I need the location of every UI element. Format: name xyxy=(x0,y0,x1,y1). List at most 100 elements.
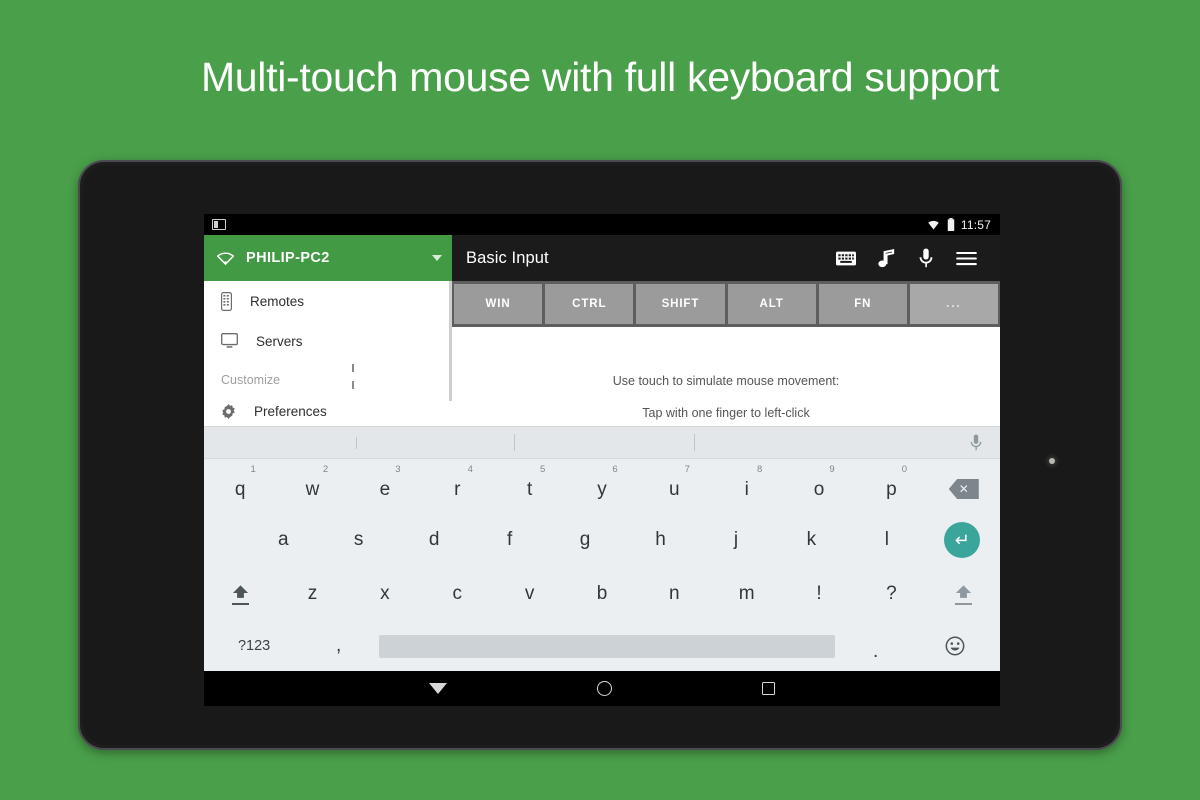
key-label: g xyxy=(579,529,591,550)
key-h[interactable]: h xyxy=(623,513,698,567)
modifier-key-shift[interactable]: SHIFT xyxy=(636,284,725,324)
recents-icon[interactable] xyxy=(762,682,775,695)
key-f[interactable]: f xyxy=(472,513,547,567)
modifier-key-ctrl[interactable]: CTRL xyxy=(545,284,634,324)
key-label: e xyxy=(379,479,391,500)
sidebar-item-remotes[interactable]: Remotes xyxy=(204,281,452,321)
monitor-icon xyxy=(221,333,238,348)
key-label: m xyxy=(738,583,755,604)
instruction-line-1: Use touch to simulate mouse movement: xyxy=(612,374,840,388)
back-icon[interactable] xyxy=(429,683,447,694)
row2-spacer xyxy=(204,513,246,567)
key-exclamation[interactable]: ! xyxy=(783,567,855,621)
key-label: b xyxy=(596,583,608,604)
key-p[interactable]: 0p xyxy=(855,459,927,513)
key-label: o xyxy=(813,479,825,500)
key-label: f xyxy=(506,529,513,550)
key-number: 8 xyxy=(757,464,763,475)
home-icon[interactable] xyxy=(597,681,612,696)
sidebar-item-servers[interactable]: Servers xyxy=(204,321,452,361)
music-note-icon[interactable] xyxy=(866,238,906,278)
microphone-icon[interactable] xyxy=(970,433,982,457)
modifier-key-win[interactable]: WIN xyxy=(454,284,543,324)
key-s[interactable]: s xyxy=(321,513,396,567)
key-label: a xyxy=(277,529,289,550)
key-g[interactable]: g xyxy=(547,513,622,567)
key-space[interactable] xyxy=(379,634,836,658)
key-number: 5 xyxy=(539,464,546,475)
key-label: k xyxy=(806,529,817,550)
keyboard-row-4: ?123 , . xyxy=(204,621,1000,671)
key-d[interactable]: d xyxy=(396,513,471,567)
key-e[interactable]: 3e xyxy=(349,459,421,513)
key-label: u xyxy=(669,479,680,500)
microphone-icon[interactable] xyxy=(906,238,946,278)
key-symbols[interactable]: ?123 xyxy=(204,638,304,654)
tablet-screen: 11:57 PHILIP-PC2 Basic Input Remotes Ser… xyxy=(204,214,1000,706)
modifier-key-row: WIN CTRL SHIFT ALT FN ... xyxy=(452,281,1000,327)
suggestion-bar[interactable] xyxy=(204,427,1000,459)
key-label: r xyxy=(454,479,461,500)
key-period[interactable]: . xyxy=(841,629,910,663)
key-enter[interactable]: ↵ xyxy=(925,513,1000,567)
suggestion-divider xyxy=(694,434,695,451)
key-label: z xyxy=(307,583,318,604)
page-title: Multi-touch mouse with full keyboard sup… xyxy=(200,54,1000,100)
sidebar-item-preferences[interactable]: Preferences xyxy=(204,391,452,431)
sidebar-item-label: Servers xyxy=(256,333,303,349)
modifier-key-more[interactable]: ... xyxy=(909,284,999,324)
key-i[interactable]: 8i xyxy=(711,459,783,513)
key-v[interactable]: v xyxy=(493,567,565,621)
key-y[interactable]: 6y xyxy=(566,459,638,513)
key-label: s xyxy=(353,529,364,550)
key-comma[interactable]: , xyxy=(304,635,373,657)
key-label: i xyxy=(744,479,749,500)
keyboard-row-3: z x c v b n m ! ? xyxy=(204,567,1000,621)
enter-icon: ↵ xyxy=(944,522,981,558)
app-bar: PHILIP-PC2 Basic Input xyxy=(204,235,1000,281)
keyboard-icon[interactable] xyxy=(826,238,866,278)
key-j[interactable]: j xyxy=(698,513,773,567)
key-shift-right[interactable] xyxy=(928,567,1000,621)
key-label: j xyxy=(733,529,739,550)
menu-icon[interactable] xyxy=(946,238,986,278)
key-b[interactable]: b xyxy=(566,567,638,621)
key-q[interactable]: 1q xyxy=(204,459,276,513)
connection-selector[interactable]: PHILIP-PC2 xyxy=(204,235,452,281)
key-u[interactable]: 7u xyxy=(638,459,710,513)
key-shift-left[interactable] xyxy=(204,567,276,621)
modifier-key-fn[interactable]: FN xyxy=(818,284,907,324)
key-t[interactable]: 5t xyxy=(493,459,565,513)
key-a[interactable]: a xyxy=(246,513,321,567)
key-label: t xyxy=(526,479,533,500)
key-m[interactable]: m xyxy=(711,567,783,621)
status-bar-clock: 11:57 xyxy=(960,217,991,232)
key-question[interactable]: ? xyxy=(855,567,927,621)
key-k[interactable]: k xyxy=(774,513,849,567)
status-led-icon xyxy=(1049,458,1055,464)
key-l[interactable]: l xyxy=(849,513,924,567)
modifier-key-alt[interactable]: ALT xyxy=(727,284,816,324)
key-x[interactable]: x xyxy=(349,567,421,621)
key-z[interactable]: z xyxy=(276,567,348,621)
key-number: 2 xyxy=(322,464,329,475)
key-emoji[interactable] xyxy=(910,636,1000,656)
key-number: 1 xyxy=(250,464,256,475)
key-r[interactable]: 4r xyxy=(421,459,493,513)
tablet-device: 11:57 PHILIP-PC2 Basic Input Remotes Ser… xyxy=(78,160,1122,750)
key-o[interactable]: 9o xyxy=(783,459,855,513)
touchpad-instructions: Use touch to simulate mouse movement: Ta… xyxy=(452,327,1000,429)
key-c[interactable]: c xyxy=(421,567,493,621)
chevron-down-icon[interactable] xyxy=(432,255,442,261)
key-number: 4 xyxy=(467,464,473,475)
emoji-icon xyxy=(945,636,965,656)
key-label: y xyxy=(597,479,607,500)
key-backspace[interactable]: ✕ xyxy=(928,459,1000,513)
key-w[interactable]: 2w xyxy=(276,459,348,513)
app-bar-main: Basic Input xyxy=(452,235,1000,281)
remote-icon xyxy=(221,291,232,311)
sidebar-item-label: Preferences xyxy=(254,403,327,419)
key-label: q xyxy=(234,479,246,500)
key-n[interactable]: n xyxy=(638,567,710,621)
key-label: h xyxy=(655,529,666,550)
